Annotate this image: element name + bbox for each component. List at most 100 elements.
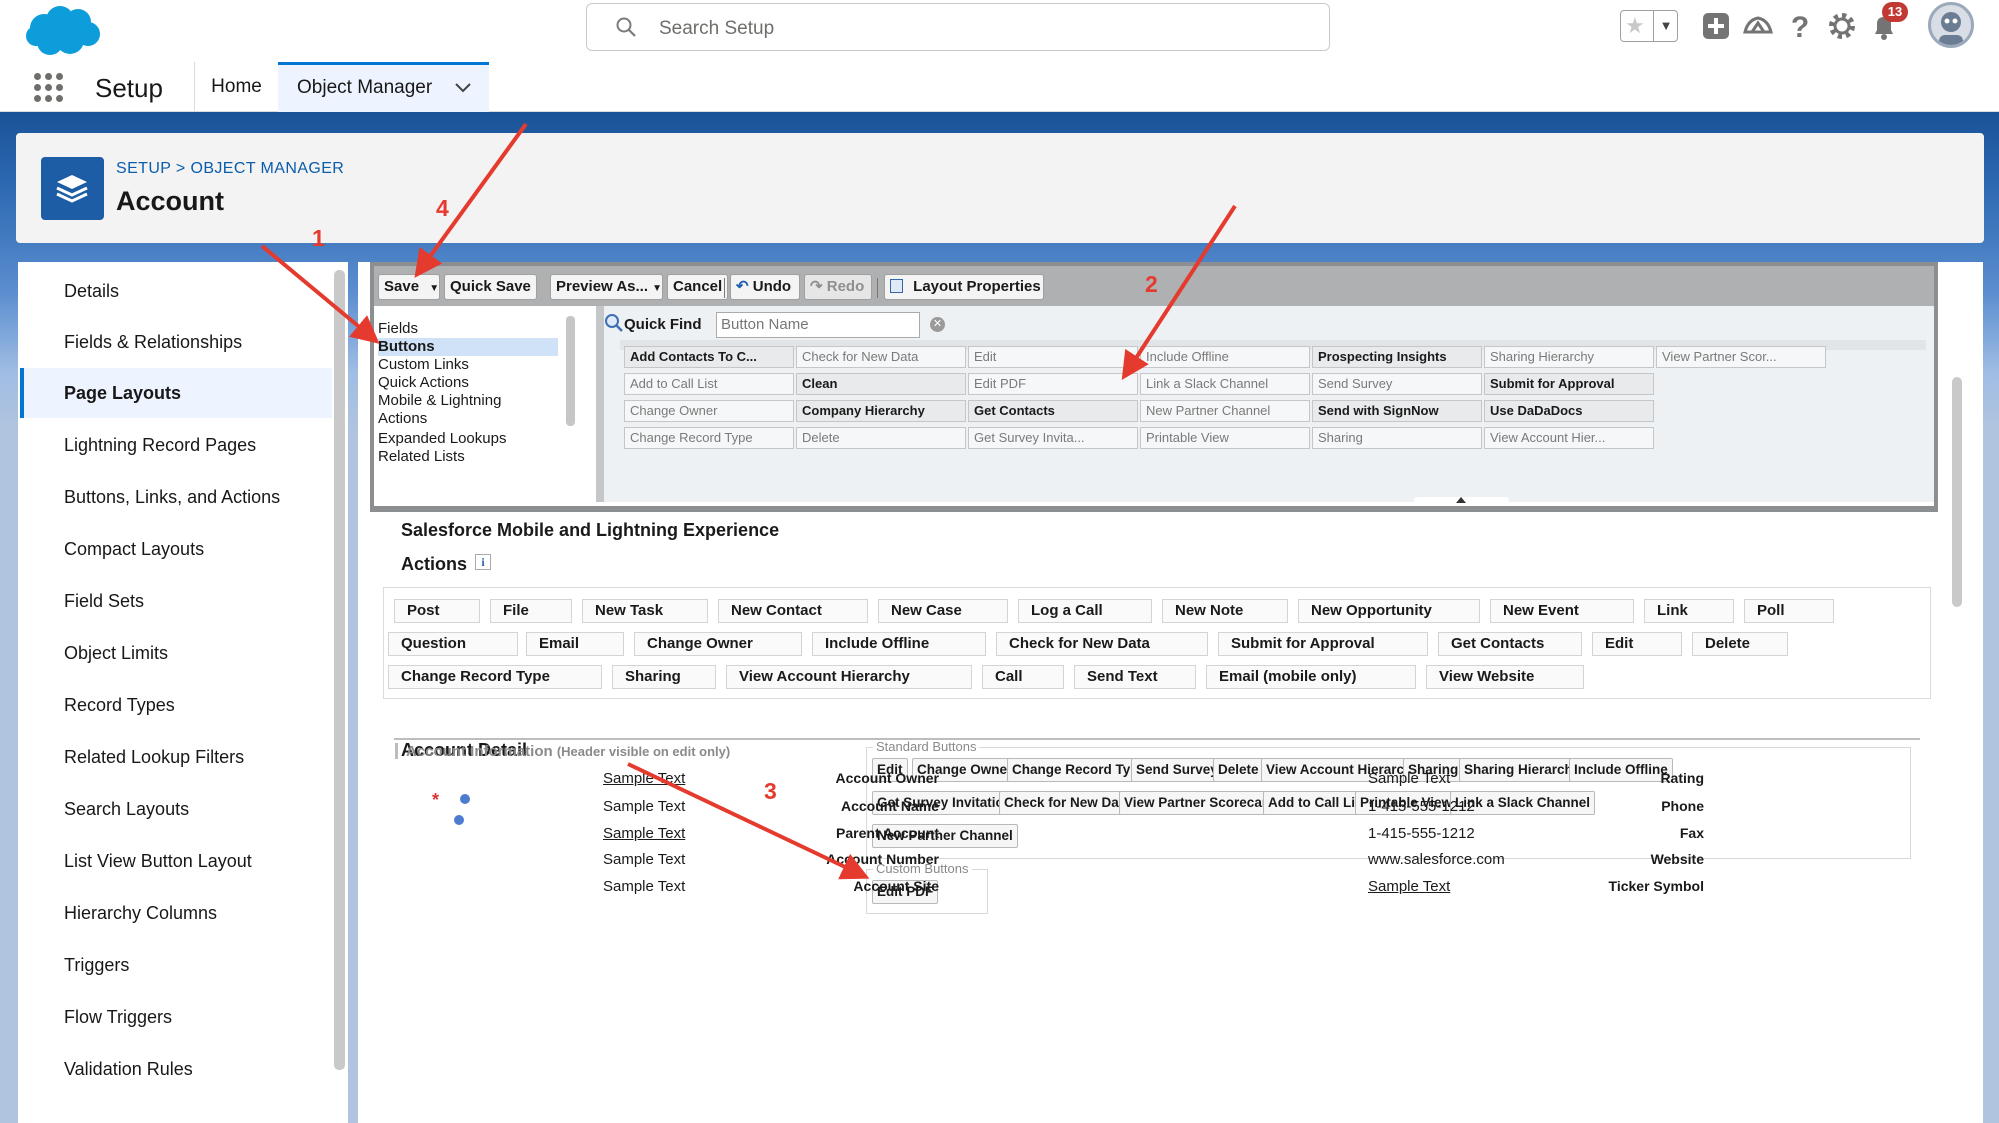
quick-find-input[interactable]: Button Name	[716, 312, 920, 338]
palette-button[interactable]: Get Survey Invita...	[968, 427, 1138, 449]
palette-button[interactable]: Submit for Approval	[1484, 373, 1654, 395]
action-button[interactable]: View Account Hierarchy	[726, 665, 972, 689]
sidebar-scrollbar[interactable]	[334, 270, 345, 1070]
sidebar-item-page-layouts[interactable]: Page Layouts	[20, 368, 332, 418]
sidebar-item-details[interactable]: Details	[20, 266, 332, 316]
palette-category-buttons[interactable]: Buttons	[378, 338, 558, 356]
sidebar-item-related-lookup-filters[interactable]: Related Lookup Filters	[20, 732, 332, 782]
field-value[interactable]: Sample Text	[603, 798, 685, 815]
field-value[interactable]: www.salesforce.com	[1368, 851, 1505, 868]
action-button[interactable]: Call	[982, 665, 1064, 689]
standard-button[interactable]: View Partner Scorecard	[1119, 791, 1281, 815]
sidebar-item-fields-relationships[interactable]: Fields & Relationships	[20, 317, 332, 367]
action-button[interactable]: View Website	[1426, 665, 1584, 689]
action-button[interactable]: Poll	[1744, 599, 1834, 623]
sidebar-item-validation-rules[interactable]: Validation Rules	[20, 1044, 332, 1094]
undo-button[interactable]: ↶ Undo	[730, 274, 800, 300]
palette-button[interactable]: Send Survey	[1312, 373, 1482, 395]
action-button[interactable]: New Contact	[718, 599, 868, 623]
favorites-button[interactable]: ★ ▼	[1620, 10, 1678, 42]
action-button[interactable]: Email	[526, 632, 624, 656]
palette-button[interactable]: Include Offline	[1140, 346, 1310, 368]
sidebar-item-flow-triggers[interactable]: Flow Triggers	[20, 992, 332, 1042]
field-value[interactable]: Sample Text	[1368, 878, 1450, 895]
palette-button[interactable]: Send with SignNow	[1312, 400, 1482, 422]
palette-button[interactable]: Get Contacts	[968, 400, 1138, 422]
palette-button[interactable]: Add Contacts To C...	[624, 346, 794, 368]
standard-button[interactable]: Delete	[1213, 758, 1264, 782]
avatar[interactable]	[1928, 2, 1974, 48]
action-button[interactable]: New Event	[1490, 599, 1634, 623]
palette-button[interactable]: Edit	[968, 346, 1138, 368]
sidebar-item-buttons-links-actions[interactable]: Buttons, Links, and Actions	[20, 472, 332, 522]
palette-button[interactable]: Use DaDaDocs	[1484, 400, 1654, 422]
action-button[interactable]: Delete	[1692, 632, 1788, 656]
action-button[interactable]: Question	[388, 632, 518, 656]
breadcrumb[interactable]: SETUP > OBJECT MANAGER	[116, 160, 344, 178]
palette-button[interactable]: View Partner Scor...	[1656, 346, 1826, 368]
info-icon[interactable]: i	[475, 554, 491, 570]
action-button[interactable]: Change Owner	[634, 632, 802, 656]
action-button[interactable]: Edit	[1592, 632, 1682, 656]
palette-button[interactable]: Prospecting Insights	[1312, 346, 1482, 368]
sidebar-item-object-limits[interactable]: Object Limits	[20, 628, 332, 678]
main-scrollbar[interactable]	[1952, 377, 1962, 607]
field-value[interactable]: Sample Text	[603, 825, 685, 842]
tab-object-manager[interactable]: Object Manager	[278, 62, 489, 112]
palette-button[interactable]: Clean	[796, 373, 966, 395]
standard-button[interactable]: Send Survey	[1131, 758, 1223, 782]
global-actions-icon[interactable]	[1700, 10, 1732, 42]
chevron-down-icon[interactable]: ▼	[1653, 11, 1678, 41]
action-button[interactable]: Send Text	[1074, 665, 1196, 689]
palette-category-quick-actions[interactable]: Quick Actions	[378, 374, 558, 392]
palette-button[interactable]: Edit PDF	[968, 373, 1138, 395]
sidebar-item-search-layouts[interactable]: Search Layouts	[20, 784, 332, 834]
palette-button[interactable]: View Account Hier...	[1484, 427, 1654, 449]
field-value[interactable]: 1-415-555-1212	[1368, 825, 1475, 842]
palette-category-custom-links[interactable]: Custom Links	[378, 356, 558, 374]
palette-button[interactable]: Change Owner	[624, 400, 794, 422]
gear-icon[interactable]	[1826, 10, 1858, 42]
action-button[interactable]: Submit for Approval	[1218, 632, 1428, 656]
palette-button[interactable]: Company Hierarchy	[796, 400, 966, 422]
field-value[interactable]: Sample Text	[603, 851, 685, 868]
standard-button[interactable]: Check for New Data	[999, 791, 1136, 815]
action-button[interactable]: Check for New Data	[996, 632, 1208, 656]
field-value[interactable]: Sample Text	[603, 770, 685, 787]
action-button[interactable]: Post	[394, 599, 480, 623]
sidebar-item-lightning-record-pages[interactable]: Lightning Record Pages	[20, 420, 332, 470]
action-button[interactable]: Log a Call	[1018, 599, 1152, 623]
palette-button[interactable]: Add to Call List	[624, 373, 794, 395]
action-button[interactable]: Get Contacts	[1438, 632, 1582, 656]
action-button[interactable]: New Task	[582, 599, 708, 623]
action-button[interactable]: New Case	[878, 599, 1008, 623]
field-value[interactable]: 1-415-555-1212	[1368, 798, 1475, 815]
palette-button[interactable]: New Partner Channel	[1140, 400, 1310, 422]
action-button[interactable]: Change Record Type	[388, 665, 602, 689]
action-button[interactable]: Include Offline	[812, 632, 986, 656]
help-icon[interactable]: ?	[1784, 10, 1816, 42]
field-value[interactable]: Sample Text	[603, 878, 685, 895]
chevron-down-icon[interactable]: ▼	[429, 283, 439, 294]
palette-button[interactable]: Printable View	[1140, 427, 1310, 449]
redo-button[interactable]: ↷ Redo	[804, 274, 872, 300]
action-button[interactable]: New Opportunity	[1298, 599, 1480, 623]
palette-button[interactable]: Change Record Type	[624, 427, 794, 449]
action-button[interactable]: File	[490, 599, 572, 623]
palette-category-fields[interactable]: Fields	[378, 320, 558, 338]
app-launcher-icon[interactable]	[34, 73, 64, 103]
action-button[interactable]: New Note	[1162, 599, 1288, 623]
sidebar-item-field-sets[interactable]: Field Sets	[20, 576, 332, 626]
tab-home[interactable]: Home	[194, 62, 278, 112]
sidebar-item-hierarchy-columns[interactable]: Hierarchy Columns	[20, 888, 332, 938]
clear-icon[interactable]: ✕	[930, 317, 945, 332]
action-button[interactable]: Email (mobile only)	[1206, 665, 1416, 689]
cancel-button[interactable]: Cancel	[667, 274, 729, 300]
save-button[interactable]: Save ▼	[378, 274, 440, 300]
trailhead-icon[interactable]	[1742, 10, 1774, 42]
palette-collapse-handle[interactable]	[1414, 497, 1509, 504]
layout-properties-button[interactable]: Layout Properties	[884, 274, 1044, 300]
category-scrollbar[interactable]	[566, 316, 575, 426]
setup-search-input[interactable]: Search Setup	[586, 3, 1330, 51]
quick-save-button[interactable]: Quick Save	[444, 274, 537, 300]
